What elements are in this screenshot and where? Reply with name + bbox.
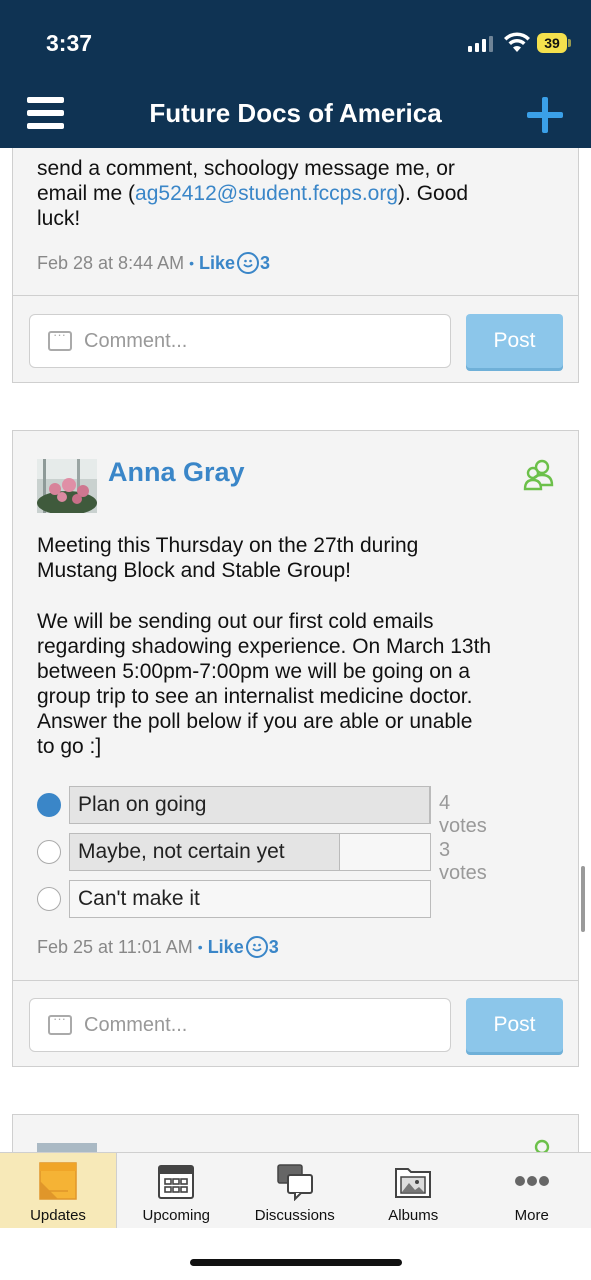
post-timestamp: Feb 25 at 11:01 AM (37, 936, 193, 957)
author-avatar[interactable] (37, 1143, 97, 1152)
status-time: 3:37 (46, 30, 93, 56)
poll-bar[interactable]: Plan on going (69, 786, 431, 824)
post-timestamp: Feb 28 at 8:44 AM (37, 252, 185, 273)
poll-vote-count: 4 votes (439, 792, 487, 837)
updates-icon (39, 1162, 77, 1200)
poll-radio[interactable] (37, 793, 61, 817)
tab-label: Discussions (254, 1207, 335, 1224)
poll-vote-count: 3 votes (439, 839, 487, 884)
comment-box[interactable] (29, 998, 451, 1052)
tab-upcoming[interactable]: Upcoming (117, 1153, 236, 1228)
battery-level: 39 (537, 33, 567, 53)
like-button[interactable]: Like (199, 253, 235, 274)
poll-radio[interactable] (37, 840, 61, 864)
scrollbar[interactable] (581, 866, 585, 932)
like-count: 3 (268, 936, 279, 957)
post-body-paragraph-2: We will be sending out our first cold em… (37, 610, 492, 758)
comment-input[interactable] (84, 329, 414, 353)
post-card: Anna Gray Meeting this Thursday on the 2… (12, 430, 579, 1067)
tab-label: Albums (388, 1207, 439, 1224)
feed[interactable]: send a comment, schoology message me, or… (0, 148, 591, 1152)
smiley-icon (237, 252, 260, 274)
post-card-next (12, 1114, 579, 1152)
tab-label: More (514, 1207, 549, 1224)
previous-post-text: send a comment, schoology message me, or… (37, 157, 469, 230)
post-comment-button[interactable]: Post (466, 314, 563, 368)
poll-radio[interactable] (37, 887, 61, 911)
poll-option-label: Plan on going (78, 793, 207, 816)
add-post-plus-icon[interactable] (527, 97, 563, 133)
email-link[interactable]: ag52412@student.fccps.org (135, 182, 398, 205)
tab-updates[interactable]: Updates (0, 1153, 117, 1228)
battery-icon: 39 (537, 33, 571, 53)
like-button[interactable]: Like (208, 937, 244, 958)
group-members-icon (523, 459, 554, 491)
group-title: Future Docs of America (149, 98, 442, 128)
post-card-previous: send a comment, schoology message me, or… (12, 148, 579, 383)
signal-icon (468, 36, 493, 52)
calendar-icon (158, 1165, 195, 1199)
group-members-icon (534, 1139, 550, 1152)
comment-input[interactable] (84, 1013, 414, 1037)
author-avatar[interactable] (37, 459, 97, 513)
discussions-icon (277, 1164, 313, 1201)
like-count: 3 (260, 252, 271, 273)
author-name[interactable]: Anna Gray (108, 457, 245, 488)
home-indicator[interactable] (190, 1259, 402, 1266)
tab-discussions[interactable]: Discussions (236, 1153, 355, 1228)
poll-option-label: Maybe, not certain yet (78, 840, 285, 863)
wifi-icon (504, 32, 530, 52)
bottom-tab-bar: Updates Upcoming Discussions Albums More (0, 1152, 591, 1228)
tab-albums[interactable]: Albums (354, 1153, 473, 1228)
post-meta: Feb 28 at 8:44 AM • Like 3 (37, 252, 271, 274)
comment-icon (48, 1011, 72, 1035)
poll-bar[interactable]: Can't make it (69, 880, 431, 918)
tab-more[interactable]: More (473, 1153, 591, 1228)
post-body-paragraph-1: Meeting this Thursday on the 27th during… (37, 534, 419, 582)
poll-bar[interactable]: Maybe, not certain yet (69, 833, 431, 871)
post-comment-button[interactable]: Post (466, 998, 563, 1052)
comment-icon (48, 327, 72, 351)
comment-box[interactable] (29, 314, 451, 368)
tab-label: Upcoming (142, 1207, 211, 1224)
app-header: 3:37 39 Future Docs of America (0, 0, 591, 148)
more-icon (514, 1176, 549, 1186)
albums-icon (395, 1168, 432, 1198)
post-meta: Feb 25 at 11:01 AM • Like 3 (37, 936, 279, 958)
poll-option-label: Can't make it (78, 887, 200, 910)
tab-label: Updates (30, 1207, 86, 1224)
smiley-icon (245, 936, 268, 958)
